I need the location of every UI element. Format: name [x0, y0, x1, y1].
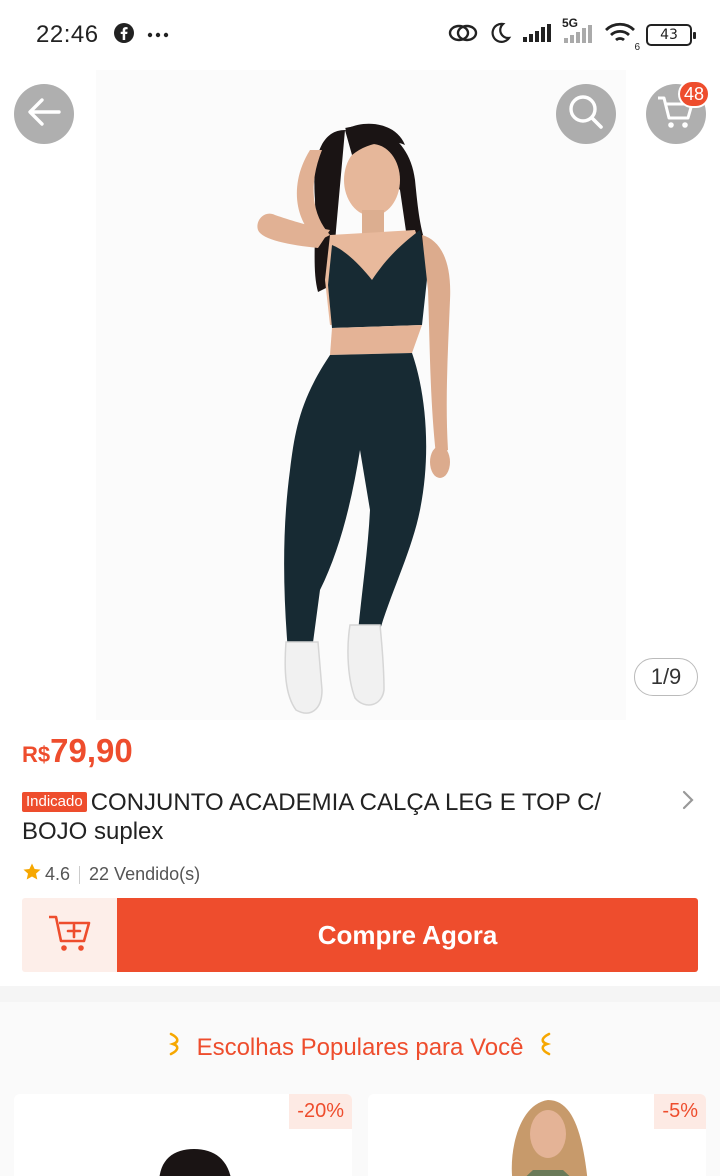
product-price: R$79,90 — [22, 732, 133, 770]
more-icon — [147, 26, 169, 44]
star-icon — [22, 862, 42, 887]
image-page-indicator: 1/9 — [634, 658, 698, 696]
purchase-actions: Compre Agora — [22, 898, 698, 972]
rating-value: 4.6 — [45, 864, 71, 884]
product-title: CONJUNTO ACADEMIA CALÇA LEG E TOP C/ BOJ… — [22, 789, 602, 845]
discount-badge: -5% — [654, 1094, 706, 1129]
wifi-icon: 6 — [604, 22, 640, 53]
product-card[interactable]: -20% — [14, 1094, 352, 1176]
recommended-tag: Indicado — [22, 792, 87, 812]
product-gallery[interactable]: 48 1/9 — [0, 70, 720, 720]
sparkle-right-icon — [537, 1032, 553, 1063]
wifi-label: 6 — [634, 41, 640, 53]
search-icon — [566, 92, 606, 137]
product-info: R$79,90 Indicado CONJUNTO ACADEMIA CALÇA … — [0, 720, 720, 986]
link-icon — [448, 22, 478, 49]
rating-row: 4.6 22 Vendido(s) — [22, 862, 200, 887]
popular-section: Escolhas Populares para Você -20% -5% — [0, 1002, 720, 1176]
network-type-label: 5G — [562, 15, 579, 30]
search-button[interactable] — [556, 84, 616, 144]
cart-count-badge: 48 — [677, 80, 710, 108]
add-to-cart-icon — [47, 912, 93, 959]
price-currency: R$ — [22, 742, 51, 767]
facebook-icon — [113, 22, 135, 49]
chevron-right-icon[interactable] — [680, 788, 696, 817]
price-value: 79,90 — [50, 732, 133, 769]
cart-button[interactable]: 48 — [646, 80, 710, 144]
battery-icon: 43 — [646, 24, 696, 46]
popular-title: Escolhas Populares para Você — [196, 1033, 524, 1061]
moon-icon — [488, 21, 512, 50]
discount-badge: -20% — [289, 1094, 352, 1129]
status-time: 22:46 — [36, 21, 99, 48]
5g-signal-icon: 5G — [562, 16, 594, 49]
back-arrow-icon — [26, 97, 62, 132]
battery-level: 43 — [660, 27, 678, 43]
divider — [79, 865, 81, 884]
product-image — [257, 123, 451, 714]
buy-now-button[interactable]: Compre Agora — [117, 898, 698, 972]
back-button[interactable] — [14, 84, 74, 144]
add-to-cart-button[interactable] — [22, 898, 117, 972]
popular-header: Escolhas Populares para Você — [0, 1032, 720, 1063]
sparkle-left-icon — [167, 1032, 183, 1063]
status-bar: 22:46 5G 6 43 — [0, 0, 720, 70]
product-title-block[interactable]: Indicado CONJUNTO ACADEMIA CALÇA LEG E TO… — [22, 788, 662, 846]
product-card[interactable]: -5% — [368, 1094, 706, 1176]
sold-count: 22 Vendido(s) — [89, 864, 201, 884]
signal-icon — [522, 23, 552, 48]
